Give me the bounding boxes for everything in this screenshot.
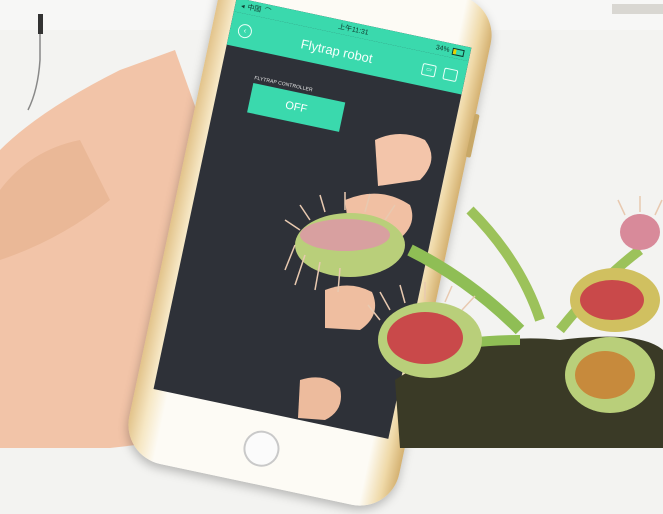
photo-scene: ◂ 中国 ⌒ 上午11:31 34% ‹ Flytrap robot ▭ FLY…	[0, 0, 663, 514]
trap-top-right	[617, 196, 663, 250]
venus-flytrap-plant	[284, 192, 663, 448]
trap-left	[284, 192, 405, 293]
trap-center	[367, 282, 482, 378]
trap-right	[570, 268, 660, 332]
trap-bottom-right	[565, 337, 655, 413]
